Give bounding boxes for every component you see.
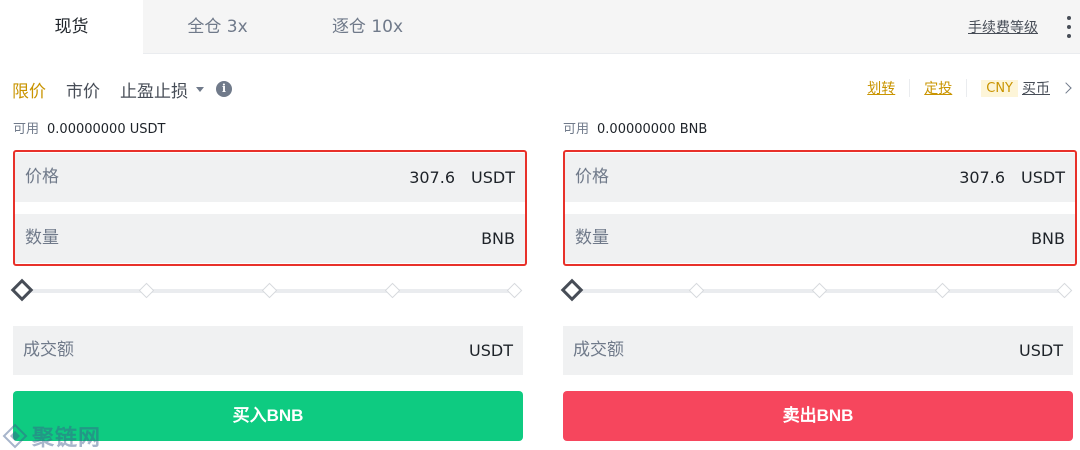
total-unit: USDT bbox=[1019, 341, 1063, 360]
slider-mark-100[interactable] bbox=[1056, 282, 1073, 299]
slider-mark-50[interactable] bbox=[811, 282, 828, 299]
fee-level-link[interactable]: 手续费等级 bbox=[968, 17, 1038, 37]
trade-mode-tabs: 现货 全仓 3x 逐仓 10x 手续费等级 bbox=[0, 0, 1080, 55]
chevron-right-icon[interactable] bbox=[1060, 82, 1072, 94]
available-balance: 0.00000000 USDT bbox=[47, 122, 166, 137]
order-type-stop-label: 止盈止损 bbox=[120, 81, 188, 102]
buy-price-input[interactable]: 价格 307.6 USDT bbox=[15, 153, 525, 202]
available-balance: 0.00000000 BNB bbox=[597, 122, 708, 137]
caret-down-icon bbox=[196, 86, 204, 92]
watermark-logo: 聚链网 bbox=[2, 422, 101, 450]
buy-amount-slider[interactable] bbox=[10, 278, 523, 302]
quantity-unit: BNB bbox=[481, 229, 515, 248]
available-label: 可用 bbox=[13, 122, 40, 137]
quantity-label: 数量 bbox=[575, 228, 609, 248]
total-unit: USDT bbox=[469, 341, 513, 360]
sell-highlight-box: 价格 307.6 USDT 数量 BNB bbox=[563, 150, 1077, 266]
buy-available: 可用 0.00000000 USDT bbox=[13, 120, 165, 140]
order-type-limit[interactable]: 限价 bbox=[12, 77, 46, 102]
slider-handle[interactable] bbox=[10, 278, 34, 302]
sell-quantity-input[interactable]: 数量 BNB bbox=[565, 214, 1075, 263]
trade-links: 划转 定投 CNY 买币 bbox=[867, 76, 1072, 100]
tab-isolated-margin[interactable]: 逐仓 10x bbox=[315, 0, 420, 54]
slider-mark-25[interactable] bbox=[688, 282, 705, 299]
price-label: 价格 bbox=[25, 167, 59, 187]
divider bbox=[909, 79, 911, 97]
slider-mark-75[interactable] bbox=[934, 282, 951, 299]
buy-quantity-input[interactable]: 数量 BNB bbox=[15, 214, 525, 263]
price-unit: USDT bbox=[1021, 168, 1065, 187]
price-label: 价格 bbox=[575, 167, 609, 187]
slider-handle[interactable] bbox=[560, 278, 584, 302]
slider-mark-75[interactable] bbox=[384, 282, 401, 299]
price-value[interactable]: 307.6 bbox=[959, 153, 1005, 202]
currency-badge: CNY bbox=[981, 79, 1018, 97]
quantity-unit: BNB bbox=[1031, 229, 1065, 248]
available-label: 可用 bbox=[563, 122, 590, 137]
quantity-label: 数量 bbox=[25, 228, 59, 248]
watermark-diamond-icon bbox=[2, 423, 28, 449]
sell-price-input[interactable]: 价格 307.6 USDT bbox=[565, 153, 1075, 202]
watermark-text: 聚链网 bbox=[32, 425, 102, 450]
tab-cross-margin[interactable]: 全仓 3x bbox=[160, 0, 275, 54]
order-type-stop-limit[interactable]: 止盈止损 bbox=[120, 77, 204, 102]
slider-mark-100[interactable] bbox=[506, 282, 523, 299]
sell-panel: 可用 0.00000000 BNB 价格 307.6 USDT 数量 BNB 成交… bbox=[560, 120, 1077, 441]
total-label: 成交额 bbox=[573, 340, 624, 360]
buy-total-input[interactable]: 成交额 USDT bbox=[13, 326, 523, 375]
auto-invest-link[interactable]: 定投 bbox=[924, 78, 952, 98]
sell-bnb-button[interactable]: 卖出BNB bbox=[563, 391, 1073, 441]
total-label: 成交额 bbox=[23, 340, 74, 360]
divider bbox=[966, 79, 968, 97]
tab-spot[interactable]: 现货 bbox=[0, 0, 143, 55]
slider-mark-50[interactable] bbox=[261, 282, 278, 299]
price-unit: USDT bbox=[471, 168, 515, 187]
price-value[interactable]: 307.6 bbox=[409, 153, 455, 202]
more-vertical-icon[interactable] bbox=[1066, 16, 1072, 38]
sell-available: 可用 0.00000000 BNB bbox=[563, 120, 707, 140]
buy-crypto-link[interactable]: 买币 bbox=[1022, 78, 1050, 98]
buy-highlight-box: 价格 307.6 USDT 数量 BNB bbox=[13, 150, 527, 266]
sell-total-input[interactable]: 成交额 USDT bbox=[563, 326, 1073, 375]
sell-amount-slider[interactable] bbox=[560, 278, 1073, 302]
buy-panel: 可用 0.00000000 USDT 价格 307.6 USDT 数量 BNB 成… bbox=[10, 120, 527, 441]
slider-mark-25[interactable] bbox=[138, 282, 155, 299]
info-icon[interactable]: i bbox=[216, 81, 232, 97]
order-type-selector: 限价 市价 止盈止损 i bbox=[12, 76, 232, 102]
order-type-market[interactable]: 市价 bbox=[66, 77, 100, 102]
transfer-link[interactable]: 划转 bbox=[867, 78, 895, 98]
